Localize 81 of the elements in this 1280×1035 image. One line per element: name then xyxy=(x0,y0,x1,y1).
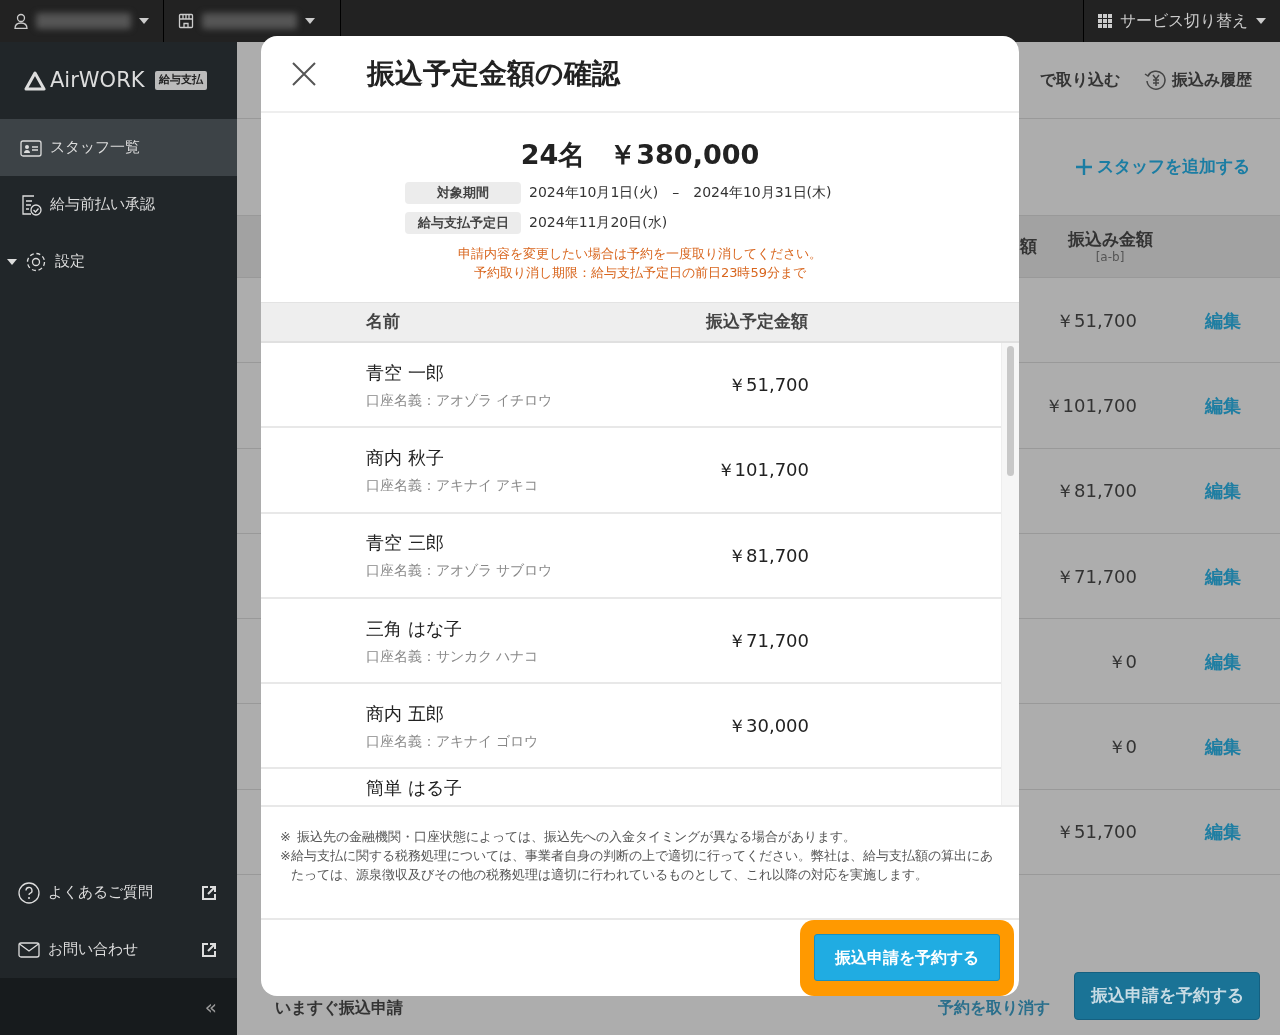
collapse-sidebar-button[interactable]: « xyxy=(204,991,217,1022)
amount-cell-text: ￥101,700 xyxy=(1044,393,1137,418)
sidebar-link[interactable]: よくあるご質問 xyxy=(0,864,237,921)
edit-link[interactable]: 編集 xyxy=(1204,650,1241,672)
column-header: 名前 xyxy=(366,310,401,334)
submit-reservation-button[interactable]: 振込申請を予約する xyxy=(1074,972,1260,1020)
info-value: 2024年10月1日(火) – 2024年10月31日(木) xyxy=(529,183,832,202)
service-switch[interactable]: サービス切り替え xyxy=(1083,0,1280,42)
staff-name: 簡単 はる子 xyxy=(366,776,463,801)
account-name: 口座名義：アキナイ アキコ xyxy=(366,475,540,495)
staff-name: 三角 はな子 xyxy=(366,616,463,641)
edit-link[interactable]: 編集 xyxy=(1204,394,1241,416)
caret-icon xyxy=(305,18,315,24)
amount-cell-text: ￥71,700 xyxy=(727,629,809,654)
edit-link[interactable]: 編集 xyxy=(1204,736,1241,758)
amount-cell-text: ￥51,700 xyxy=(1056,820,1137,845)
settings-icon xyxy=(25,250,47,273)
logo-text: AirWORK xyxy=(50,66,145,94)
amount-cell-text: ￥81,700 xyxy=(1056,479,1137,504)
info-label: 給与支払予定日 xyxy=(405,211,521,234)
modal-title: 振込予定金額の確認 xyxy=(367,55,620,92)
amount-cell-text: ￥71,700 xyxy=(1056,564,1137,589)
column-header: 振込予定金額 xyxy=(704,310,809,334)
info-value: 2024年11月20日(水) xyxy=(529,213,668,232)
total-amount: ￥380,000 xyxy=(609,138,760,172)
edit-link[interactable]: 編集 xyxy=(1204,821,1241,843)
amount-cell-text: ￥81,700 xyxy=(727,543,809,568)
note-text: 給与支払に関する税務処理については、事業者自身の判断の上で適切に行ってください。弊社は、給与支払額の算出にあたっては、源泉徴収及びその他の税務処理は適切に行われているものとして、これ以降の対応を実施します。 xyxy=(290,847,994,884)
sidebar-item[interactable]: 設定 xyxy=(0,233,237,290)
amount-cell-text: ￥51,700 xyxy=(1056,308,1137,333)
user-icon xyxy=(14,13,28,29)
edit-link[interactable]: 編集 xyxy=(1204,480,1241,502)
yen-circle-icon xyxy=(1144,68,1168,92)
help-icon xyxy=(18,881,40,904)
store-icon xyxy=(178,13,194,29)
staff-name: 青空 一郎 xyxy=(366,360,445,385)
edit-link[interactable]: 編集 xyxy=(1204,309,1241,331)
warning-text: 予約取り消し期限：給与支払予定日の前日23時59分まで xyxy=(473,263,807,282)
amount-cell-text: ￥0 xyxy=(1107,649,1137,674)
account-name: 口座名義：アキナイ ゴロウ xyxy=(366,731,540,751)
staff-name: 商内 五郎 xyxy=(366,701,445,726)
cancel-reservation-link[interactable]: 予約を取り消す xyxy=(938,998,1050,1018)
submit-reservation-button[interactable]: 振込申請を予約する xyxy=(814,934,1000,981)
staff-name: 商内 秋子 xyxy=(366,445,445,470)
amount-cell-text: ￥0 xyxy=(1107,735,1137,760)
external-link-icon xyxy=(201,884,217,901)
external-link-icon xyxy=(201,941,217,958)
warning-text: 申請内容を変更したい場合は予約を一度取り消してください。 xyxy=(458,244,822,263)
plus-icon xyxy=(1075,158,1093,176)
scrollbar-thumb[interactable] xyxy=(1007,346,1014,476)
sidebar-item[interactable]: スタッフ一覧 xyxy=(0,119,237,176)
amount-cell-text: ￥30,000 xyxy=(727,714,809,739)
account-name: 口座名義：アオゾラ イチロウ xyxy=(366,390,554,410)
staff-name: 青空 三郎 xyxy=(366,531,445,556)
edit-link[interactable]: 編集 xyxy=(1204,565,1241,587)
amount-cell-text: ￥51,700 xyxy=(727,373,809,398)
column-header: 額 xyxy=(1020,234,1037,258)
note-mark: ※ xyxy=(280,828,292,846)
note-text: 振込先の金融機関・口座状態によっては、振込先への入金タイミングが異なる場合があります。 xyxy=(297,828,856,846)
instant-transfer-tab[interactable]: いますぐ振込申請 xyxy=(275,998,403,1018)
info-label: 対象期間 xyxy=(405,181,521,204)
caret-icon xyxy=(1256,18,1266,24)
logo-icon xyxy=(24,70,46,91)
sidebar-item[interactable]: 給与前払い承認 xyxy=(0,176,237,233)
logo-badge: 給与支払 xyxy=(154,71,207,90)
account-name: 口座名義：アオゾラ サブロウ xyxy=(366,561,554,581)
page-action[interactable]: 振込み履歴 xyxy=(1144,68,1252,92)
close-icon[interactable] xyxy=(291,60,317,87)
grid-icon xyxy=(1098,14,1112,28)
page-action[interactable]: で取り込む xyxy=(1040,68,1120,92)
sidebar-link[interactable]: お問い合わせ xyxy=(0,921,237,978)
staff-count: 24名 xyxy=(520,138,586,172)
amount-cell-text: ￥101,700 xyxy=(715,458,809,483)
note-mark: ※ xyxy=(280,847,291,865)
column-header: 振込み金額 xyxy=(1066,227,1154,250)
add-staff-link[interactable]: スタッフを追加する xyxy=(1075,154,1250,180)
column-note: [a-b] xyxy=(1094,249,1126,266)
document-check-icon xyxy=(20,193,42,216)
account-name: 口座名義：サンカク ハナコ xyxy=(366,646,540,666)
caret-icon xyxy=(139,18,149,24)
caret-icon xyxy=(7,258,17,265)
